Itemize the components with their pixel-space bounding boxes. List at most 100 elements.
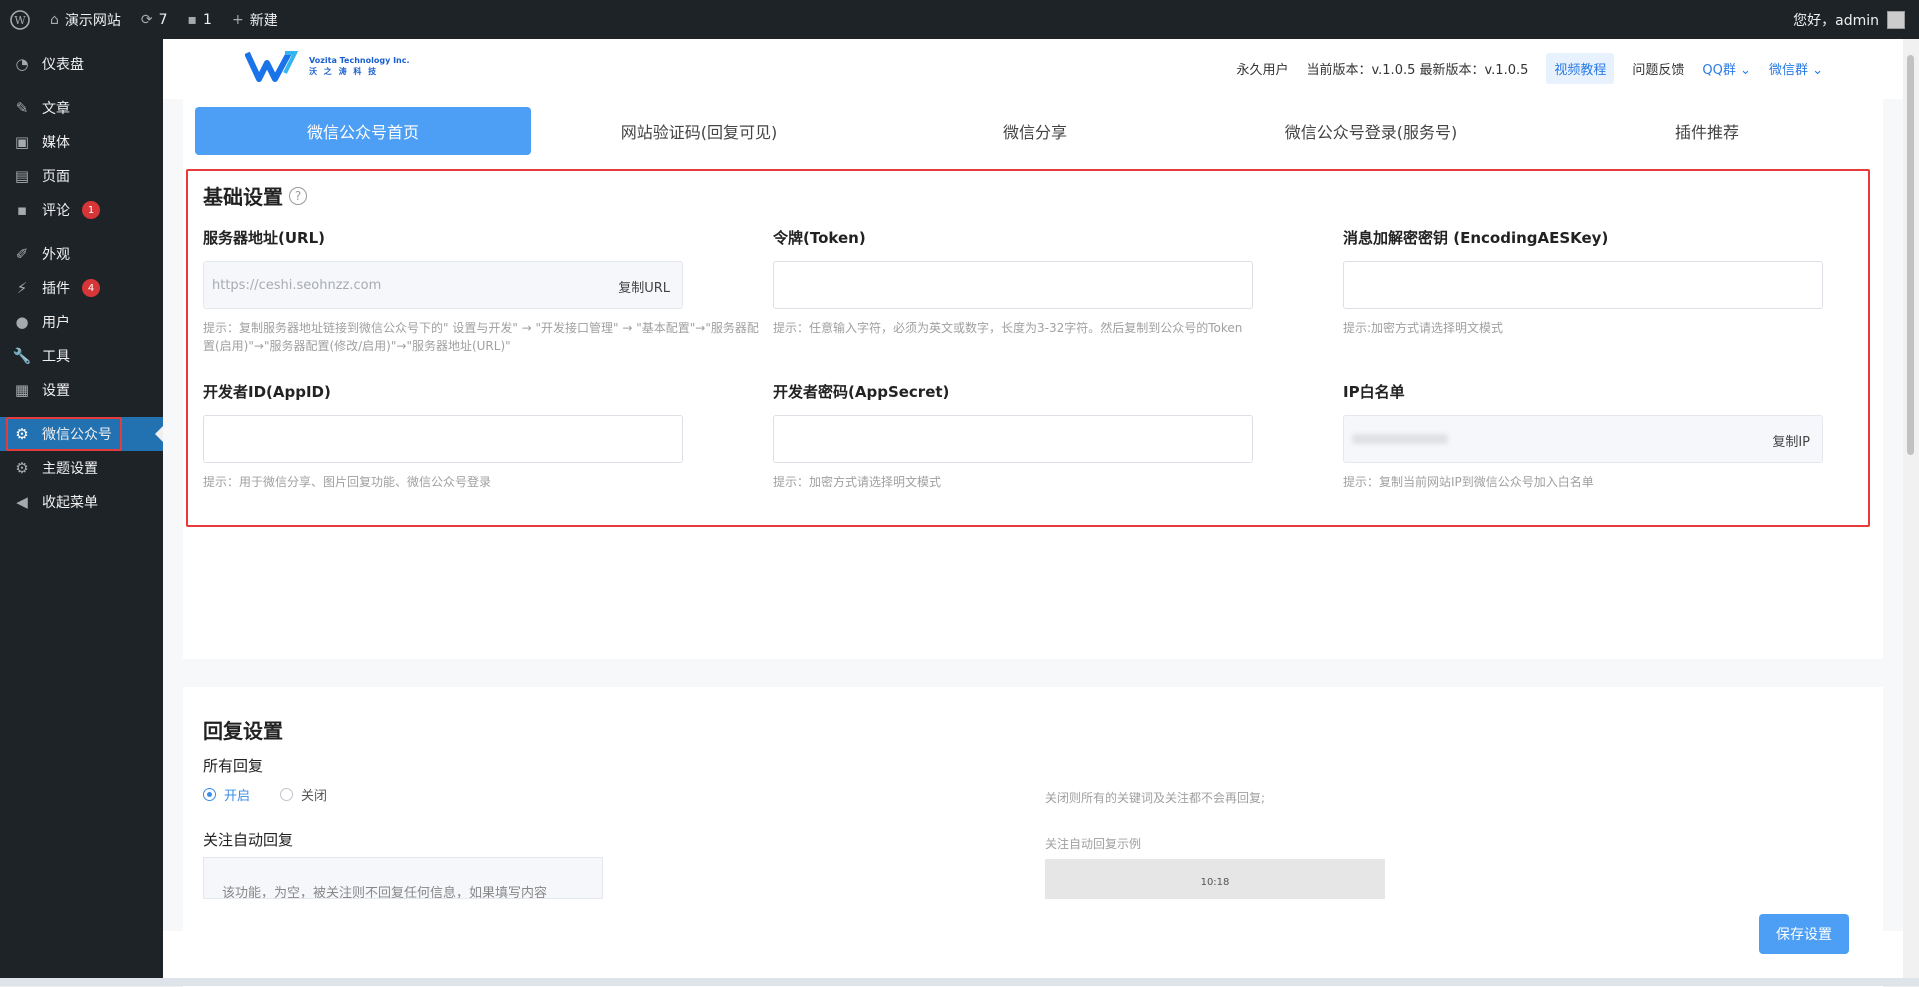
updates-link[interactable]: ⟳ 7 [131,0,178,39]
appid-hint: 提示：用于微信分享、图片回复功能、微信公众号登录 [203,475,492,489]
help-icon[interactable]: ? [289,186,307,205]
url-hint: 提示：复制服务器地址链接到微信公众号下的" 设置与开发" → "开发接口管理" … [203,321,759,353]
ip-whitelist-input[interactable]: 复制IP [1343,415,1823,463]
avatar [1887,10,1905,29]
sidebar-item-8[interactable]: 🔧 工具 [0,339,163,373]
sidebar-item-7[interactable]: ● 用户 [0,305,163,339]
aes-label: 消息加解密密钥 (EncodingAESKey) [1343,229,1609,247]
reply-off-radio[interactable]: 关闭 [280,785,327,804]
ip-value-blurred [1352,434,1448,444]
site-name-link[interactable]: ⌂ 演示网站 [40,0,131,39]
token-hint: 提示：任意输入字符，必须为英文或数字，长度为3-32字符。然后复制到公众号的To… [773,321,1243,335]
appid-input[interactable] [203,415,683,463]
reply-off-label: 关闭 [301,789,328,804]
new-content-link[interactable]: + 新建 [222,0,288,39]
settings-panel: 微信公众号首页 网站验证码(回复可见) 微信分享 微信公众号登录(服务号) 插件… [183,99,1883,659]
appid-label: 开发者ID(AppID) [203,383,331,401]
server-url-input[interactable]: https://ceshi.seohnzz.com 复制URL [203,261,683,309]
reply-off-hint: 关闭则所有的关键词及关注都不会再回复; [1045,791,1266,805]
server-url-value: https://ceshi.seohnzz.com [212,277,382,293]
token-input[interactable] [773,261,1253,309]
reply-on-radio[interactable]: 开启 [203,785,250,804]
sidebar-item-2[interactable]: ▣ 媒体 [0,125,163,159]
logo-line1: Vozita Technology Inc. [309,56,410,65]
ip-field-group: IP白名单 复制IP 提示：复制当前网站IP到微信公众号加入白名单 [1343,381,1903,491]
sidebar-item-label: 主题设置 [42,461,98,477]
scrollbar-thumb[interactable] [1907,55,1914,455]
page-icon: ▤ [14,167,30,185]
feedback-link[interactable]: 问题反馈 [1632,59,1684,78]
refresh-icon: ⟳ [140,11,153,28]
sidebar-item-11[interactable]: ⚙ 主题设置 [0,451,163,485]
tab-wechat-login[interactable]: 微信公众号登录(服务号) [1203,107,1539,155]
sidebar-item-12[interactable]: ◀ 收起菜单 [0,485,163,519]
brush-icon: ✐ [15,245,29,263]
follow-reply-label: 关注自动回复 [203,831,294,849]
sidebar-item-3[interactable]: ▤ 页面 [0,159,163,193]
token-label: 令牌(Token) [773,229,866,247]
comments-link[interactable]: ▪ 1 [178,0,222,39]
follow-reply-text: 该功能，为空，被关注则不回复任何信息，如果填写内容 [222,886,548,899]
secret-hint: 提示：加密方式请选择明文模式 [773,475,942,489]
comment-icon: ▪ [187,11,198,28]
qq-group-dropdown[interactable]: QQ群 ⌄ [1702,59,1751,78]
appid-field-group: 开发者ID(AppID) 提示：用于微信分享、图片回复功能、微信公众号登录 [203,381,763,491]
dashboard-icon: ◔ [15,55,29,73]
sidebar-item-label: 评论 [42,203,70,219]
logo-line2: 沃 之 涛 科 技 [309,67,379,76]
tab-plugin-recommend[interactable]: 插件推荐 [1539,107,1875,155]
plus-icon: + [231,11,244,28]
radio-unchecked-icon [280,788,294,801]
aes-hint: 提示:加密方式请选择明文模式 [1343,321,1504,335]
phone-time: 10:18 [1200,877,1230,888]
follow-reply-textarea[interactable]: 该功能，为空，被关注则不回复任何信息，如果填写内容 [203,857,603,899]
sidebar-item-1[interactable]: ✎ 文章 [0,91,163,125]
tab-wechat-share[interactable]: 微信分享 [867,107,1203,155]
tab-captcha[interactable]: 网站验证码(回复可见) [531,107,867,155]
qq-group-label: QQ群 [1702,63,1736,78]
sidebar-item-10[interactable]: ⚙ 微信公众号 [0,417,163,451]
os-taskbar [0,978,1919,986]
sidebar-item-label: 设置 [42,383,70,399]
video-tutorial-link[interactable]: 视频教程 [1546,53,1615,84]
vozita-logo-icon [245,51,299,82]
sidebar-item-label: 外观 [42,247,70,263]
pin-icon: ✎ [15,99,29,117]
comment-icon: ▪ [16,201,28,219]
gear-icon: ⚙ [15,459,29,477]
sidebar-item-label: 仪表盘 [42,57,84,73]
save-bar [163,931,1903,978]
wechat-group-dropdown[interactable]: 微信群 ⌄ [1769,59,1823,78]
greeting-text: 您好，admin [1793,12,1879,29]
count-badge: 1 [82,201,100,219]
basic-settings-title: 基础设置 ? [203,181,307,210]
tab-wechat-home[interactable]: 微信公众号首页 [195,107,531,155]
updates-count: 7 [158,11,168,28]
sidebar-item-5[interactable]: ✐ 外观 [0,237,163,271]
save-settings-button[interactable]: 保存设置 [1759,914,1849,954]
url-field-group: 服务器地址(URL) https://ceshi.seohnzz.com 复制U… [203,227,763,355]
chevron-down-icon: ⌄ [1740,63,1751,78]
reply-on-label: 开启 [224,789,251,804]
sidebar-item-4[interactable]: ▪ 评论 1 [0,193,163,227]
all-reply-radio-group: 开启 关闭 [203,785,327,804]
sidebar-item-label: 用户 [42,315,70,331]
site-name-text: 演示网站 [64,12,121,29]
count-badge: 4 [82,279,100,297]
sidebar-item-0[interactable]: ◔ 仪表盘 [0,47,163,81]
aes-key-input[interactable] [1343,261,1823,309]
appsecret-input[interactable] [773,415,1253,463]
svg-text:W: W [14,14,26,27]
home-icon: ⌂ [50,11,59,28]
user-icon: ● [15,313,29,331]
sidebar-item-9[interactable]: ▦ 设置 [0,373,163,407]
wechat-group-label: 微信群 [1768,63,1808,78]
comments-count: 1 [203,11,212,28]
copy-ip-button[interactable]: 复制IP [1772,431,1810,450]
sidebar-item-6[interactable]: ⚡ 插件 4 [0,271,163,305]
admin-bar: W ⌂ 演示网站 ⟳ 7 ▪ 1 + 新建 您好，admin [0,0,1919,39]
wordpress-logo-icon[interactable]: W [0,0,40,39]
sidebar-item-label: 页面 [42,169,70,185]
copy-url-button[interactable]: 复制URL [618,277,670,296]
account-menu[interactable]: 您好，admin [1793,10,1919,30]
